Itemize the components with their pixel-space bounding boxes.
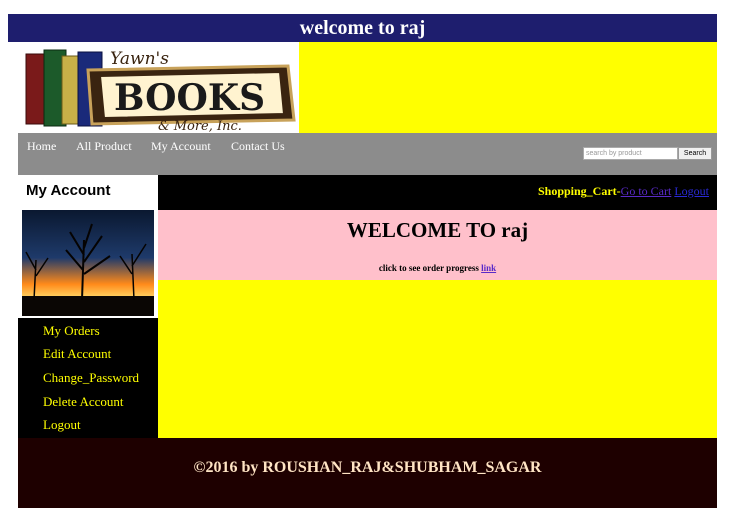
search-input[interactable]: search by product: [583, 147, 678, 160]
nav-home[interactable]: Home: [27, 139, 56, 154]
nav-my-account[interactable]: My Account: [151, 139, 211, 154]
order-progress: click to see order progress link: [158, 263, 717, 273]
footer: ©2016 by ROUSHAN_RAJ&SHUBHAM_SAGAR: [18, 438, 717, 508]
site-title: welcome to raj: [8, 14, 717, 42]
search-button[interactable]: Search: [678, 147, 712, 160]
order-progress-link[interactable]: link: [481, 263, 496, 273]
cart-logout-link[interactable]: Logout: [674, 184, 709, 198]
sidebar-heading: My Account: [18, 175, 158, 210]
go-to-cart-link[interactable]: Go to Cart: [621, 184, 672, 198]
books-logo: Yawn's BOOKS & More, Inc.: [18, 42, 299, 134]
account-menu: My Orders Edit Account Change_Password D…: [18, 318, 158, 438]
menu-change-password[interactable]: Change_Password: [43, 370, 139, 386]
cart-label: Shopping_Cart-: [537, 184, 621, 198]
books-logo-image: Yawn's BOOKS & More, Inc.: [25, 49, 296, 134]
menu-logout[interactable]: Logout: [43, 417, 81, 433]
menu-delete-account[interactable]: Delete Account: [43, 394, 124, 410]
logo-script-bottom: & More, Inc.: [158, 119, 242, 133]
menu-edit-account[interactable]: Edit Account: [43, 346, 111, 362]
welcome-heading: WELCOME TO raj: [346, 218, 529, 242]
sidebar-heading-text: My Account: [26, 182, 111, 199]
logo-books-word: BOOKS: [114, 77, 265, 119]
cart-bar: Shopping_Cart-Go to Cart Logout: [158, 175, 717, 210]
menu-my-orders[interactable]: My Orders: [43, 323, 100, 339]
sunset-image: [22, 210, 154, 316]
nav-contact-us[interactable]: Contact Us: [231, 139, 285, 154]
welcome-panel: WELCOME TO raj click to see order progre…: [158, 210, 717, 280]
cart-links: Shopping_Cart-Go to Cart Logout: [538, 184, 709, 199]
header-banner: [299, 42, 717, 133]
order-progress-text: click to see order progress: [378, 263, 479, 273]
nav-all-product[interactable]: All Product: [76, 139, 132, 154]
main-nav: Home All Product My Account Contact Us s…: [18, 133, 717, 175]
content-area: [158, 280, 717, 438]
logo-script-top: Yawn's: [110, 49, 169, 69]
